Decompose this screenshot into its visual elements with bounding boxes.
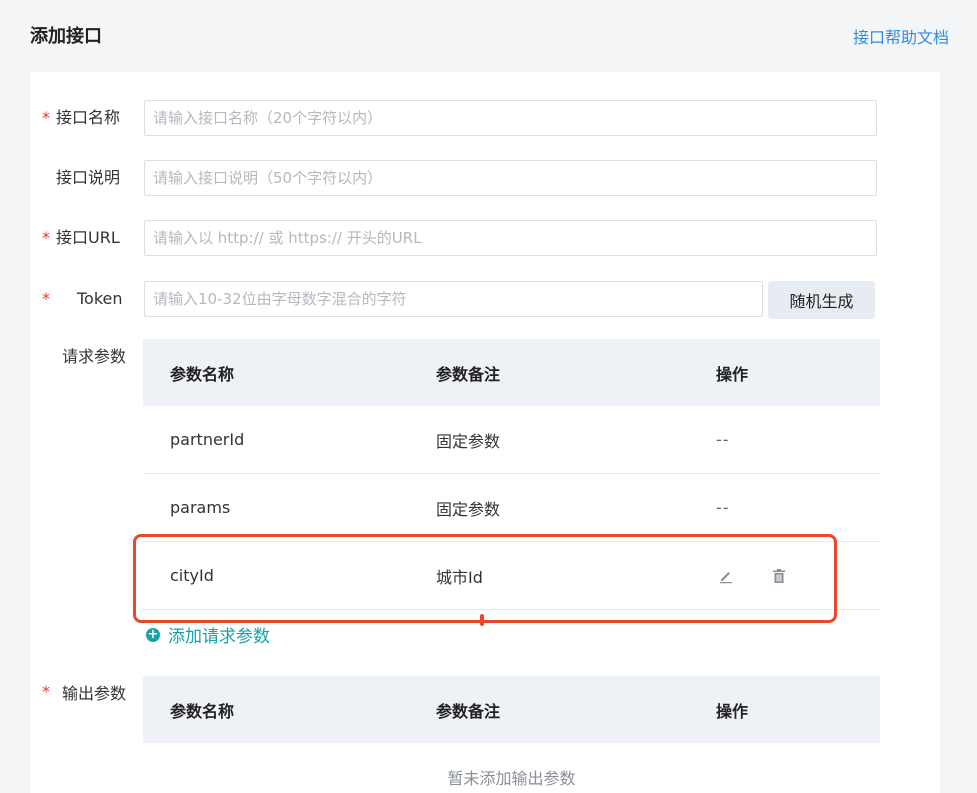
plus-circle-icon: + <box>146 626 160 642</box>
request-params-label: 请求参数 <box>62 347 127 366</box>
row-interface-url: * 接口URL <box>30 220 940 258</box>
param-operation-none: -- <box>716 430 730 449</box>
column-header-operation: 操作 <box>716 364 749 384</box>
table-header: 参数名称 参数备注 操作 <box>143 339 880 406</box>
output-params-table: 参数名称 参数备注 操作 暂未添加输出参数 <box>143 676 880 788</box>
interface-url-input[interactable] <box>144 220 877 256</box>
interface-url-label: 接口URL <box>56 228 120 247</box>
param-note: 固定参数 <box>436 499 501 519</box>
add-request-param-button[interactable]: + 添加请求参数 <box>146 622 270 647</box>
column-header-name: 参数名称 <box>170 701 235 721</box>
token-input[interactable] <box>144 281 763 317</box>
param-note: 城市Id <box>436 567 483 587</box>
param-name: cityId <box>170 566 214 585</box>
add-request-param-label: 添加请求参数 <box>168 627 270 647</box>
column-header-note: 参数备注 <box>436 701 501 721</box>
interface-name-input[interactable] <box>144 100 877 136</box>
table-row: partnerId 固定参数 -- <box>143 406 880 474</box>
param-name: params <box>170 498 231 517</box>
token-label: Token <box>77 289 123 308</box>
param-operation-none: -- <box>716 498 730 517</box>
interface-desc-label: 接口说明 <box>56 168 121 187</box>
row-interface-name: * 接口名称 <box>30 100 940 138</box>
highlight-tick <box>480 614 484 626</box>
param-note: 固定参数 <box>436 431 501 451</box>
required-mark: * <box>42 682 50 701</box>
required-mark: * <box>42 228 50 247</box>
column-header-note: 参数备注 <box>436 364 501 384</box>
interface-desc-input[interactable] <box>144 160 877 196</box>
required-mark: * <box>42 108 50 127</box>
param-name: partnerId <box>170 430 245 449</box>
required-mark: * <box>42 289 50 308</box>
generate-token-button[interactable]: 随机生成 <box>768 281 875 319</box>
table-row: cityId 城市Id <box>143 542 880 610</box>
row-interface-desc: 接口说明 <box>30 160 940 198</box>
empty-output-params: 暂未添加输出参数 <box>447 769 576 788</box>
page-title: 添加接口 <box>30 26 102 47</box>
request-params-table: 参数名称 参数备注 操作 partnerId 固定参数 -- params 固定… <box>143 339 880 610</box>
column-header-name: 参数名称 <box>170 364 235 384</box>
help-doc-link[interactable]: 接口帮助文档 <box>853 24 949 48</box>
interface-name-label: 接口名称 <box>56 108 121 127</box>
edit-icon[interactable] <box>716 566 736 586</box>
trash-icon[interactable] <box>769 566 789 586</box>
table-header: 参数名称 参数备注 操作 <box>143 676 880 743</box>
output-params-label: 输出参数 <box>62 684 127 703</box>
form-card: * 接口名称 接口说明 * 接口URL * Token 随机生成 请求参数 参数… <box>30 72 940 793</box>
row-token: * Token 随机生成 <box>30 281 940 319</box>
table-row: params 固定参数 -- <box>143 474 880 542</box>
column-header-operation: 操作 <box>716 701 749 721</box>
